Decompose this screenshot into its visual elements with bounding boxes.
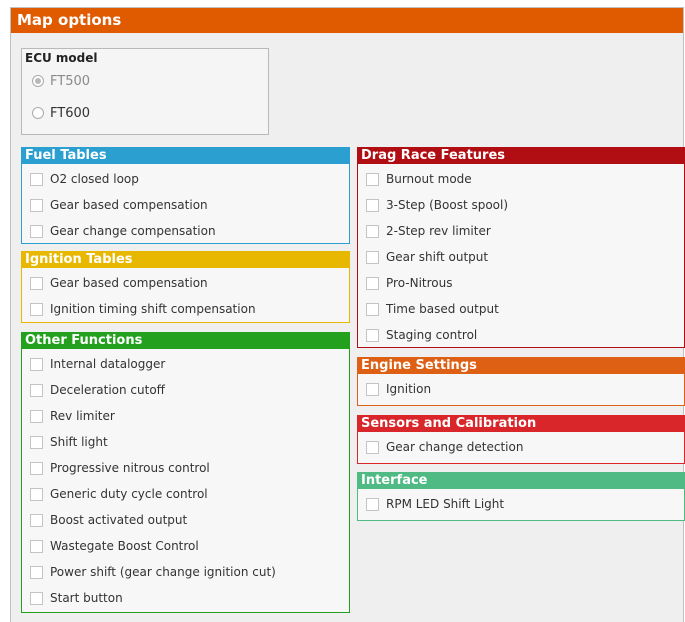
checkbox-label: Rev limiter xyxy=(50,409,115,423)
checkbox-label: Shift light xyxy=(50,435,108,449)
map-options-window: Map options ECU model FT500 FT600 Fuel T… xyxy=(10,7,685,622)
checkbox-label: O2 closed loop xyxy=(50,172,139,186)
checkbox-option[interactable]: Gear change compensation xyxy=(30,222,216,240)
checkbox-option[interactable]: Gear shift output xyxy=(366,248,488,266)
radio-ft600[interactable]: FT600 xyxy=(32,104,90,122)
checkbox-option[interactable]: Internal datalogger xyxy=(30,355,165,373)
checkbox-option[interactable]: Staging control xyxy=(366,326,477,344)
ignition-tables-group: Ignition Tables Gear based compensation Ig… xyxy=(21,251,350,323)
group-header: Other Functions xyxy=(22,333,349,349)
radio-button-icon xyxy=(32,75,44,87)
checkbox-icon[interactable] xyxy=(366,250,379,264)
drag-race-features-group: Drag Race Features Burnout mode 3-Step (Bo… xyxy=(357,147,685,348)
checkbox-option[interactable]: 3-Step (Boost spool) xyxy=(366,196,508,214)
checkbox-option[interactable]: Rev limiter xyxy=(30,407,115,425)
checkbox-icon[interactable] xyxy=(366,276,379,290)
checkbox-option[interactable]: Progressive nitrous control xyxy=(30,459,210,477)
checkbox-option[interactable]: Burnout mode xyxy=(366,170,472,188)
ecu-model-label: ECU model xyxy=(25,51,98,65)
window-title: Map options xyxy=(11,8,683,33)
checkbox-option[interactable]: Ignition xyxy=(366,380,431,398)
checkbox-label: Progressive nitrous control xyxy=(50,461,210,475)
checkbox-icon[interactable] xyxy=(30,435,43,449)
checkbox-icon[interactable] xyxy=(366,302,379,316)
checkbox-label: Ignition xyxy=(386,382,432,396)
checkbox-icon[interactable] xyxy=(30,591,43,605)
engine-settings-group: Engine Settings Ignition xyxy=(357,357,685,406)
checkbox-label: Wastegate Boost Control xyxy=(50,539,199,553)
checkbox-label: Deceleration cutoff xyxy=(50,383,165,397)
checkbox-option[interactable]: Power shift (gear change ignition cut) xyxy=(30,563,276,581)
fuel-tables-group: Fuel Tables O2 closed loop Gear based comp… xyxy=(21,147,350,244)
checkbox-option[interactable]: 2-Step rev limiter xyxy=(366,222,491,240)
checkbox-option[interactable]: Generic duty cycle control xyxy=(30,485,208,503)
checkbox-label: Gear change detection xyxy=(386,440,524,454)
sensors-calibration-group: Sensors and Calibration Gear change detec… xyxy=(357,415,685,464)
checkbox-label: Boost activated output xyxy=(50,513,188,527)
checkbox-label: Staging control xyxy=(386,328,478,342)
group-header: Interface xyxy=(358,473,684,489)
checkbox-icon[interactable] xyxy=(366,224,379,238)
checkbox-icon[interactable] xyxy=(30,487,43,501)
checkbox-icon[interactable] xyxy=(366,440,379,454)
checkbox-label: 3-Step (Boost spool) xyxy=(386,198,509,212)
group-header: Engine Settings xyxy=(358,358,684,374)
checkbox-option[interactable]: Pro-Nitrous xyxy=(366,274,452,292)
group-header: Ignition Tables xyxy=(22,252,349,268)
radio-ft500[interactable]: FT500 xyxy=(32,72,90,90)
checkbox-icon[interactable] xyxy=(30,565,43,579)
checkbox-label: Time based output xyxy=(386,302,499,316)
checkbox-option[interactable]: Start button xyxy=(30,589,123,607)
checkbox-icon[interactable] xyxy=(30,276,43,290)
checkbox-label: Start button xyxy=(50,591,123,605)
radio-button-icon xyxy=(32,107,44,119)
checkbox-label: RPM LED Shift Light xyxy=(386,497,505,511)
checkbox-label: Burnout mode xyxy=(386,172,472,186)
checkbox-label: Internal datalogger xyxy=(50,357,166,371)
checkbox-icon[interactable] xyxy=(366,328,379,342)
checkbox-label: Power shift (gear change ignition cut) xyxy=(50,565,276,579)
checkbox-icon[interactable] xyxy=(30,224,43,238)
checkbox-option[interactable]: Time based output xyxy=(366,300,499,318)
checkbox-option[interactable]: Boost activated output xyxy=(30,511,187,529)
checkbox-icon[interactable] xyxy=(30,172,43,186)
radio-label: FT600 xyxy=(50,105,91,121)
checkbox-label: Gear change compensation xyxy=(50,224,216,238)
ecu-model-group: ECU model FT500 FT600 xyxy=(21,48,269,135)
group-header: Drag Race Features xyxy=(358,148,684,164)
other-functions-group: Other Functions Internal datalogger Decele… xyxy=(21,332,350,613)
checkbox-label: Pro-Nitrous xyxy=(386,276,453,290)
checkbox-icon[interactable] xyxy=(366,497,379,511)
checkbox-icon[interactable] xyxy=(366,198,379,212)
checkbox-label: Ignition timing shift compensation xyxy=(50,302,256,316)
checkbox-label: Gear based compensation xyxy=(50,276,208,290)
checkbox-icon[interactable] xyxy=(30,383,43,397)
checkbox-option[interactable]: Gear change detection xyxy=(366,438,523,456)
group-header: Sensors and Calibration xyxy=(358,416,684,432)
checkbox-icon[interactable] xyxy=(30,357,43,371)
checkbox-label: Gear based compensation xyxy=(50,198,208,212)
checkbox-option[interactable]: Wastegate Boost Control xyxy=(30,537,199,555)
checkbox-option[interactable]: RPM LED Shift Light xyxy=(366,495,504,513)
checkbox-option[interactable]: Gear based compensation xyxy=(30,274,208,292)
checkbox-icon[interactable] xyxy=(30,198,43,212)
checkbox-label: 2-Step rev limiter xyxy=(386,224,491,238)
checkbox-option[interactable]: Ignition timing shift compensation xyxy=(30,300,256,318)
checkbox-icon[interactable] xyxy=(30,409,43,423)
checkbox-icon[interactable] xyxy=(30,539,43,553)
checkbox-icon[interactable] xyxy=(366,382,379,396)
radio-label: FT500 xyxy=(50,73,91,89)
checkbox-icon[interactable] xyxy=(366,172,379,186)
checkbox-option[interactable]: Deceleration cutoff xyxy=(30,381,165,399)
checkbox-icon[interactable] xyxy=(30,461,43,475)
checkbox-label: Gear shift output xyxy=(386,250,489,264)
checkbox-icon[interactable] xyxy=(30,302,43,316)
checkbox-option[interactable]: O2 closed loop xyxy=(30,170,139,188)
interface-group: Interface RPM LED Shift Light xyxy=(357,472,685,521)
checkbox-option[interactable]: Shift light xyxy=(30,433,108,451)
checkbox-icon[interactable] xyxy=(30,513,43,527)
checkbox-option[interactable]: Gear based compensation xyxy=(30,196,208,214)
checkbox-label: Generic duty cycle control xyxy=(50,487,208,501)
group-header: Fuel Tables xyxy=(22,148,349,164)
